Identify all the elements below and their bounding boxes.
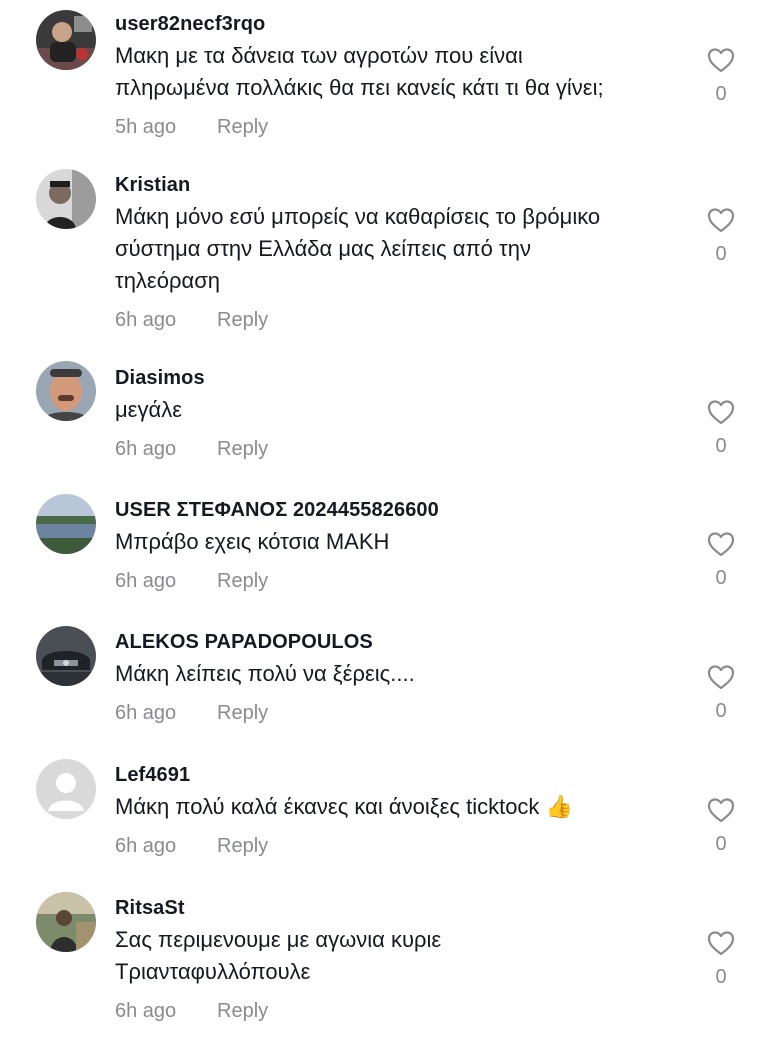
avatar[interactable] <box>36 626 96 686</box>
avatar[interactable] <box>36 759 96 819</box>
reply-button[interactable]: Reply <box>217 833 268 859</box>
reply-button[interactable]: Reply <box>217 436 268 462</box>
comment-time: 6h ago <box>115 702 177 724</box>
comment-text-line: Μπράβο εχεις κότσια ΜΑΚΗ <box>115 529 390 554</box>
comment-time: 6h ago <box>115 1000 177 1022</box>
like-control[interactable]: 0 <box>704 398 738 458</box>
comment-text-line: Μακη με τα δάνεια των αγροτών που είναι <box>115 43 523 68</box>
heart-icon[interactable] <box>706 929 736 957</box>
comment-username[interactable]: Diasimos <box>115 366 675 390</box>
like-control[interactable]: 0 <box>704 929 738 989</box>
comment-text-line: μεγάλε <box>115 397 183 422</box>
comment-username[interactable]: RitsaSt <box>115 896 675 920</box>
avatar[interactable] <box>36 169 96 229</box>
reply-button[interactable]: Reply <box>217 998 268 1024</box>
heart-icon[interactable] <box>706 796 736 824</box>
comment-text-line: Τριανταφυλλόπουλε <box>115 959 311 984</box>
like-count: 0 <box>715 243 727 265</box>
avatar[interactable] <box>36 892 96 952</box>
comment-text: Μάκη πολύ καλά έκανες και άνοιξες tickto… <box>115 791 675 823</box>
reply-button[interactable]: Reply <box>217 307 268 333</box>
comment-username[interactable]: Lef4691 <box>115 763 675 787</box>
comment-time: 6h ago <box>115 438 177 460</box>
comment-text: μεγάλε <box>115 394 675 426</box>
comment-text: Μπράβο εχεις κότσια ΜΑΚΗ <box>115 526 675 558</box>
comment-username[interactable]: user82necf3rqo <box>115 12 675 36</box>
heart-icon[interactable] <box>706 530 736 558</box>
comment-text: Μακη με τα δάνεια των αγροτών που είναι … <box>115 40 675 104</box>
heart-icon[interactable] <box>706 663 736 691</box>
heart-icon[interactable] <box>706 206 736 234</box>
reply-button[interactable]: Reply <box>217 114 268 140</box>
heart-icon[interactable] <box>706 398 736 426</box>
reply-button[interactable]: Reply <box>217 700 268 726</box>
comment-username[interactable]: ALEKOS PAPADOPOULOS <box>115 630 675 654</box>
avatar[interactable] <box>36 494 96 554</box>
comment-time: 6h ago <box>115 835 177 857</box>
comment-text-line: πληρωμένα πολλάκις θα πει κανείς κάτι τι… <box>115 75 604 100</box>
comment-time: 6h ago <box>115 570 177 592</box>
comment-text-line: σύστημα στην Ελλάδα μας λείπεις από την <box>115 236 531 261</box>
comment-username[interactable]: Kristian <box>115 173 675 197</box>
avatar[interactable] <box>36 361 96 421</box>
like-control[interactable]: 0 <box>704 46 738 106</box>
comment-time: 6h ago <box>115 309 177 331</box>
comment-text: Σας περιμενουμε με αγωνια κυριε Τριανταφ… <box>115 924 675 988</box>
like-control[interactable]: 0 <box>704 530 738 590</box>
like-count: 0 <box>715 700 727 722</box>
comment-text-line: τηλεόραση <box>115 268 221 293</box>
comment-text: Μάκη μόνο εσύ μπορείς να καθαρίσεις το β… <box>115 201 675 297</box>
comment-text-line: Σας περιμενουμε με αγωνια κυριε <box>115 927 442 952</box>
comment-text-line: Μάκη πολύ καλά έκανες και άνοιξες tickto… <box>115 794 573 819</box>
like-count: 0 <box>715 83 727 105</box>
like-control[interactable]: 0 <box>704 796 738 856</box>
like-count: 0 <box>715 567 727 589</box>
like-count: 0 <box>715 833 727 855</box>
like-count: 0 <box>715 966 727 988</box>
like-control[interactable]: 0 <box>704 663 738 723</box>
heart-icon[interactable] <box>706 46 736 74</box>
comment-text-line: Μάκη μόνο εσύ μπορείς να καθαρίσεις το β… <box>115 204 601 229</box>
comment-username[interactable]: USER ΣΤΕΦΑΝΟΣ 2024455826600 <box>115 498 675 522</box>
avatar[interactable] <box>36 10 96 70</box>
reply-button[interactable]: Reply <box>217 568 268 594</box>
like-control[interactable]: 0 <box>704 206 738 266</box>
comment-time: 5h ago <box>115 116 177 138</box>
like-count: 0 <box>715 435 727 457</box>
comment-text: Μάκη λείπεις πολύ να ξέρεις.... <box>115 658 675 690</box>
comment-text-line: Μάκη λείπεις πολύ να ξέρεις.... <box>115 661 415 686</box>
